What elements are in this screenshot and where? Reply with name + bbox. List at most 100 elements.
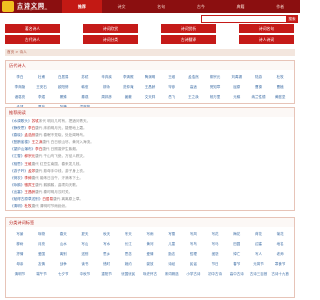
poet-link[interactable]: 高适 [183, 82, 205, 92]
nav-item-classics[interactable]: 典籍 [221, 0, 261, 13]
poet-link[interactable]: 李清照 [117, 72, 139, 82]
tag-link[interactable]: 离别 [52, 249, 74, 259]
poet-link[interactable]: 周邦彦 [96, 92, 118, 102]
search-input[interactable]: 搜索 [201, 15, 298, 23]
poem-title[interactable]: 《望庐山瀑布》 [10, 147, 35, 151]
poem-title[interactable]: 《登鹳雀楼》 [10, 140, 32, 144]
tag-link[interactable]: 元宵节 [248, 259, 270, 269]
poet-link[interactable]: 李白 [9, 72, 31, 82]
tag-link[interactable]: 月亮 [31, 239, 53, 249]
recommend-row[interactable]: 《望庐山瀑布》李白唐代 日照香炉生紫烟。 [10, 146, 290, 153]
recommend-row[interactable]: 《悯农》李绅唐代 锄禾日当午，汗滴禾下土。 [10, 175, 290, 182]
poet-link[interactable]: 纳兰性德 [248, 92, 270, 102]
recommend-row[interactable]: 《赋得古原草送别》白居易唐代 离离原上草。 [10, 196, 290, 203]
poem-title[interactable]: 《赋得古原草送别》 [10, 197, 42, 201]
nav-item-authors[interactable]: 作者 [260, 0, 300, 13]
tag-link[interactable]: 小学古诗 [183, 269, 205, 279]
poet-link[interactable]: 刘禹锡 [226, 72, 248, 82]
recommend-row[interactable]: 《水调歌头》苏轼宋代 明月几时有，把酒问青天。 [10, 118, 290, 125]
recommend-row[interactable]: 《登鹳雀楼》王之涣唐代 白日依山尽，黄河入海流。 [10, 139, 290, 146]
poet-link[interactable]: 欧阳修 [52, 82, 74, 92]
tag-link[interactable]: 春天 [52, 229, 74, 239]
poet-link[interactable]: 王昌龄 [139, 82, 161, 92]
tag-link[interactable]: 写马 [204, 239, 226, 249]
category-button[interactable]: 诗词分类 [83, 35, 138, 44]
tag-link[interactable]: 闺怨 [204, 249, 226, 259]
tag-link[interactable]: 悼亡 [226, 249, 248, 259]
tag-link[interactable]: 送别 [74, 249, 96, 259]
tag-link[interactable]: 古诗三百首 [248, 269, 270, 279]
poet-link[interactable]: 杨万里 [204, 92, 226, 102]
tag-link[interactable]: 秋天 [96, 229, 118, 239]
search-button[interactable]: 搜索 [286, 15, 298, 23]
tag-link[interactable]: 抒情 [9, 249, 31, 259]
poet-link[interactable]: 曹植 [269, 82, 291, 92]
poem-title[interactable]: 《清明》 [10, 204, 24, 208]
tag-link[interactable]: 友情 [31, 259, 53, 269]
poet-link[interactable]: 柳永 [96, 82, 118, 92]
tag-link[interactable]: 忧国忧民 [117, 269, 139, 279]
category-button[interactable]: 古代诗人 [5, 35, 60, 44]
recommend-row[interactable]: 《静夜思》李白唐代 床前明月光，疑是地上霜。 [10, 125, 290, 132]
poem-title[interactable]: 《春晓》 [10, 133, 24, 137]
recommend-row[interactable]: 《游子吟》孟郊唐代 慈母手中线，游子身上衣。 [10, 168, 290, 175]
poet-link[interactable]: 岳飞 [161, 92, 183, 102]
tag-link[interactable]: 写雨 [139, 229, 161, 239]
tag-link[interactable]: 寒食节 [269, 259, 291, 269]
tag-link[interactable]: 节日 [204, 259, 226, 269]
tag-link[interactable]: 菊花 [269, 229, 291, 239]
tag-link[interactable]: 老师 [269, 249, 291, 259]
tag-link[interactable]: 惜时 [96, 259, 118, 269]
category-button[interactable]: 著名诗人 [5, 24, 60, 33]
poem-author[interactable]: 孟浩然 [24, 133, 35, 137]
tag-link[interactable]: 写人 [248, 249, 270, 259]
tag-link[interactable]: 豪放 [139, 259, 161, 269]
tag-link[interactable]: 写花 [204, 229, 226, 239]
tag-link[interactable]: 写鸟 [183, 239, 205, 249]
tag-link[interactable]: 春节 [226, 259, 248, 269]
tag-link[interactable]: 民谣 [183, 259, 205, 269]
tag-link[interactable]: 冬天 [117, 229, 139, 239]
poem-title[interactable]: 《水调歌头》 [10, 119, 32, 123]
poet-link[interactable]: 姜夔 [117, 92, 139, 102]
tag-link[interactable]: 咏物 [31, 229, 53, 239]
tag-link[interactable]: 荷花 [248, 229, 270, 239]
nav-item-recommend[interactable]: 推荐 [62, 0, 102, 13]
recommend-row[interactable]: 《出塞》王昌龄唐代 秦时明月汉时关。 [10, 189, 290, 196]
poet-link[interactable]: 韩愈 [74, 82, 96, 92]
poet-link[interactable]: 诸葛亮 [9, 92, 31, 102]
tag-link[interactable]: 读书 [74, 259, 96, 269]
tag-link[interactable]: 写水 [96, 239, 118, 249]
poet-link[interactable]: 王安石 [31, 82, 53, 92]
poet-link[interactable]: 陆游 [248, 72, 270, 82]
poet-link[interactable]: 屈原 [226, 82, 248, 92]
tag-link[interactable]: 写雪 [161, 229, 183, 239]
recommend-row[interactable]: 《相思》王维唐代 红豆生南国，春来发几枝。 [10, 161, 290, 168]
nav-item-quotes[interactable]: 名句 [141, 0, 181, 13]
tag-link[interactable]: 儿童 [161, 239, 183, 249]
poem-author[interactable]: 王维 [24, 162, 31, 166]
poet-link[interactable]: 岑参 [161, 82, 183, 92]
poet-link[interactable]: 元稹 [226, 92, 248, 102]
site-logo[interactable]: 古诗文网 www.shangshiwen.com [0, 0, 62, 13]
tag-link[interactable]: 黄河 [139, 239, 161, 249]
tag-link[interactable]: 端午节 [31, 269, 53, 279]
poem-author[interactable]: 苏轼 [32, 119, 39, 123]
recommend-row[interactable]: 《春晓》孟浩然唐代 春眠不觉晓，处处闻啼鸟。 [10, 132, 290, 139]
tag-link[interactable]: 诗经 [161, 259, 183, 269]
poet-link[interactable]: 白居易 [52, 72, 74, 82]
poet-link[interactable]: 陶渊明 [139, 72, 161, 82]
tag-link[interactable]: 母亲 [9, 259, 31, 269]
tag-link[interactable]: 初中古诗 [204, 269, 226, 279]
tag-link[interactable]: 重阳节 [96, 269, 118, 279]
poet-link[interactable]: 李商隐 [9, 82, 31, 92]
tag-link[interactable]: 写风 [183, 229, 205, 239]
poet-link[interactable]: 王之涣 [183, 92, 205, 102]
poem-author[interactable]: 李绅 [24, 176, 31, 180]
tag-link[interactable]: 梅花 [226, 229, 248, 239]
tag-link[interactable]: 七夕节 [52, 269, 74, 279]
tag-link[interactable]: 古诗十九首 [269, 269, 291, 279]
poem-title[interactable]: 《悯农》 [10, 176, 24, 180]
tag-link[interactable]: 高中古诗 [226, 269, 248, 279]
poet-link[interactable]: 杜甫 [31, 72, 53, 82]
